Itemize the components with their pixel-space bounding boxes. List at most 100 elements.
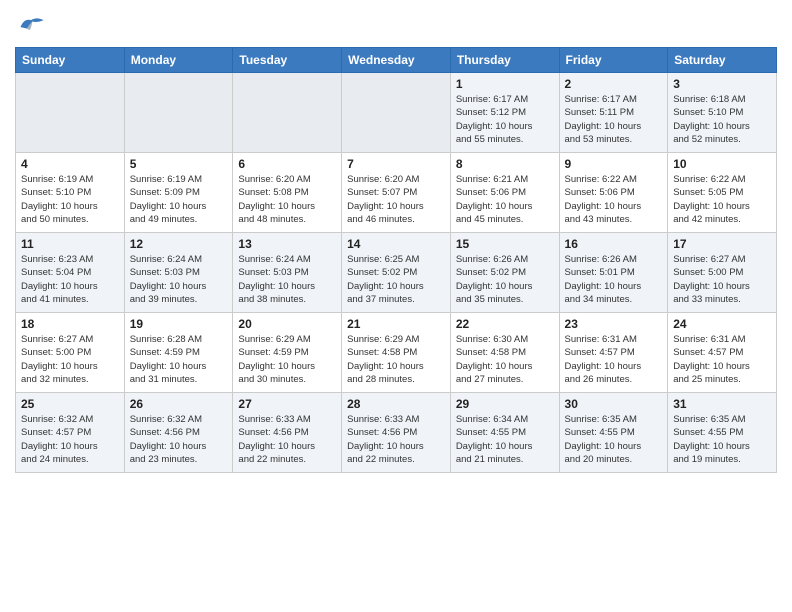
calendar-cell: 22 Sunrise: 6:30 AMSunset: 4:58 PMDayligh…	[450, 313, 559, 393]
day-number: 26	[130, 397, 228, 411]
calendar-cell: 11 Sunrise: 6:23 AMSunset: 5:04 PMDayligh…	[16, 233, 125, 313]
calendar-week-row: 1 Sunrise: 6:17 AMSunset: 5:12 PMDaylight…	[16, 73, 777, 153]
calendar-cell: 29 Sunrise: 6:34 AMSunset: 4:55 PMDayligh…	[450, 393, 559, 473]
calendar-cell: 27 Sunrise: 6:33 AMSunset: 4:56 PMDayligh…	[233, 393, 342, 473]
day-number: 1	[456, 77, 554, 91]
day-info: Sunrise: 6:30 AMSunset: 4:58 PMDaylight:…	[456, 333, 554, 386]
calendar-cell: 7 Sunrise: 6:20 AMSunset: 5:07 PMDaylight…	[342, 153, 451, 233]
calendar-cell: 21 Sunrise: 6:29 AMSunset: 4:58 PMDayligh…	[342, 313, 451, 393]
day-number: 7	[347, 157, 445, 171]
day-number: 3	[673, 77, 771, 91]
day-info: Sunrise: 6:19 AMSunset: 5:09 PMDaylight:…	[130, 173, 228, 226]
calendar-cell: 12Sunrise: 6:24 AMSunset: 5:03 PMDayligh…	[124, 233, 233, 313]
day-number: 14	[347, 237, 445, 251]
weekday-header-sunday: Sunday	[16, 48, 125, 73]
day-number: 21	[347, 317, 445, 331]
calendar-week-row: 25Sunrise: 6:32 AMSunset: 4:57 PMDayligh…	[16, 393, 777, 473]
day-info: Sunrise: 6:27 AMSunset: 5:00 PMDaylight:…	[673, 253, 771, 306]
day-number: 31	[673, 397, 771, 411]
day-info: Sunrise: 6:18 AMSunset: 5:10 PMDaylight:…	[673, 93, 771, 146]
weekday-header-saturday: Saturday	[668, 48, 777, 73]
day-info: Sunrise: 6:24 AMSunset: 5:03 PMDaylight:…	[238, 253, 336, 306]
calendar-cell: 31 Sunrise: 6:35 AMSunset: 4:55 PMDayligh…	[668, 393, 777, 473]
calendar-week-row: 4 Sunrise: 6:19 AMSunset: 5:10 PMDaylight…	[16, 153, 777, 233]
day-info: Sunrise: 6:23 AMSunset: 5:04 PMDaylight:…	[21, 253, 119, 306]
day-info: Sunrise: 6:29 AMSunset: 4:58 PMDaylight:…	[347, 333, 445, 386]
weekday-header-thursday: Thursday	[450, 48, 559, 73]
calendar-cell: 20Sunrise: 6:29 AMSunset: 4:59 PMDayligh…	[233, 313, 342, 393]
day-info: Sunrise: 6:35 AMSunset: 4:55 PMDaylight:…	[673, 413, 771, 466]
page-container: SundayMondayTuesdayWednesdayThursdayFrid…	[0, 0, 792, 488]
calendar-week-row: 11 Sunrise: 6:23 AMSunset: 5:04 PMDayligh…	[16, 233, 777, 313]
day-number: 9	[565, 157, 663, 171]
day-number: 10	[673, 157, 771, 171]
day-number: 18	[21, 317, 119, 331]
day-info: Sunrise: 6:33 AMSunset: 4:56 PMDaylight:…	[238, 413, 336, 466]
day-number: 30	[565, 397, 663, 411]
calendar-cell: 2 Sunrise: 6:17 AMSunset: 5:11 PMDaylight…	[559, 73, 668, 153]
calendar-cell: 6 Sunrise: 6:20 AMSunset: 5:08 PMDaylight…	[233, 153, 342, 233]
logo-bird-icon	[17, 14, 45, 36]
calendar-cell	[124, 73, 233, 153]
calendar-cell: 15 Sunrise: 6:26 AMSunset: 5:02 PMDayligh…	[450, 233, 559, 313]
calendar-cell: 10Sunrise: 6:22 AMSunset: 5:05 PMDayligh…	[668, 153, 777, 233]
page-header	[15, 10, 777, 41]
day-number: 22	[456, 317, 554, 331]
calendar-cell	[233, 73, 342, 153]
calendar-cell: 9 Sunrise: 6:22 AMSunset: 5:06 PMDaylight…	[559, 153, 668, 233]
logo	[15, 14, 47, 41]
day-number: 19	[130, 317, 228, 331]
calendar-cell: 1 Sunrise: 6:17 AMSunset: 5:12 PMDaylight…	[450, 73, 559, 153]
day-number: 27	[238, 397, 336, 411]
calendar-cell: 13 Sunrise: 6:24 AMSunset: 5:03 PMDayligh…	[233, 233, 342, 313]
day-number: 2	[565, 77, 663, 91]
day-info: Sunrise: 6:28 AMSunset: 4:59 PMDaylight:…	[130, 333, 228, 386]
day-number: 8	[456, 157, 554, 171]
day-info: Sunrise: 6:24 AMSunset: 5:03 PMDaylight:…	[130, 253, 228, 306]
calendar-cell: 28Sunrise: 6:33 AMSunset: 4:56 PMDayligh…	[342, 393, 451, 473]
day-number: 11	[21, 237, 119, 251]
calendar-cell: 25Sunrise: 6:32 AMSunset: 4:57 PMDayligh…	[16, 393, 125, 473]
day-info: Sunrise: 6:17 AMSunset: 5:12 PMDaylight:…	[456, 93, 554, 146]
day-info: Sunrise: 6:20 AMSunset: 5:07 PMDaylight:…	[347, 173, 445, 226]
calendar-cell: 14 Sunrise: 6:25 AMSunset: 5:02 PMDayligh…	[342, 233, 451, 313]
calendar-cell: 16 Sunrise: 6:26 AMSunset: 5:01 PMDayligh…	[559, 233, 668, 313]
day-info: Sunrise: 6:27 AMSunset: 5:00 PMDaylight:…	[21, 333, 119, 386]
day-info: Sunrise: 6:26 AMSunset: 5:01 PMDaylight:…	[565, 253, 663, 306]
day-number: 16	[565, 237, 663, 251]
day-info: Sunrise: 6:22 AMSunset: 5:06 PMDaylight:…	[565, 173, 663, 226]
calendar-cell: 23Sunrise: 6:31 AMSunset: 4:57 PMDayligh…	[559, 313, 668, 393]
weekday-header-wednesday: Wednesday	[342, 48, 451, 73]
day-number: 4	[21, 157, 119, 171]
calendar-cell: 24Sunrise: 6:31 AMSunset: 4:57 PMDayligh…	[668, 313, 777, 393]
day-number: 15	[456, 237, 554, 251]
day-number: 25	[21, 397, 119, 411]
day-info: Sunrise: 6:29 AMSunset: 4:59 PMDaylight:…	[238, 333, 336, 386]
day-info: Sunrise: 6:21 AMSunset: 5:06 PMDaylight:…	[456, 173, 554, 226]
day-info: Sunrise: 6:35 AMSunset: 4:55 PMDaylight:…	[565, 413, 663, 466]
calendar-week-row: 18 Sunrise: 6:27 AMSunset: 5:00 PMDayligh…	[16, 313, 777, 393]
day-info: Sunrise: 6:32 AMSunset: 4:56 PMDaylight:…	[130, 413, 228, 466]
day-info: Sunrise: 6:34 AMSunset: 4:55 PMDaylight:…	[456, 413, 554, 466]
day-info: Sunrise: 6:20 AMSunset: 5:08 PMDaylight:…	[238, 173, 336, 226]
day-info: Sunrise: 6:31 AMSunset: 4:57 PMDaylight:…	[673, 333, 771, 386]
calendar-cell: 18 Sunrise: 6:27 AMSunset: 5:00 PMDayligh…	[16, 313, 125, 393]
calendar-cell: 3 Sunrise: 6:18 AMSunset: 5:10 PMDaylight…	[668, 73, 777, 153]
weekday-header-tuesday: Tuesday	[233, 48, 342, 73]
weekday-header-friday: Friday	[559, 48, 668, 73]
day-number: 29	[456, 397, 554, 411]
day-info: Sunrise: 6:26 AMSunset: 5:02 PMDaylight:…	[456, 253, 554, 306]
calendar-cell: 17 Sunrise: 6:27 AMSunset: 5:00 PMDayligh…	[668, 233, 777, 313]
day-info: Sunrise: 6:25 AMSunset: 5:02 PMDaylight:…	[347, 253, 445, 306]
calendar-cell: 8 Sunrise: 6:21 AMSunset: 5:06 PMDaylight…	[450, 153, 559, 233]
calendar-cell: 19 Sunrise: 6:28 AMSunset: 4:59 PMDayligh…	[124, 313, 233, 393]
day-number: 13	[238, 237, 336, 251]
day-number: 6	[238, 157, 336, 171]
calendar-cell: 26 Sunrise: 6:32 AMSunset: 4:56 PMDayligh…	[124, 393, 233, 473]
calendar-cell	[342, 73, 451, 153]
day-number: 17	[673, 237, 771, 251]
day-info: Sunrise: 6:17 AMSunset: 5:11 PMDaylight:…	[565, 93, 663, 146]
day-number: 5	[130, 157, 228, 171]
day-info: Sunrise: 6:19 AMSunset: 5:10 PMDaylight:…	[21, 173, 119, 226]
day-number: 23	[565, 317, 663, 331]
